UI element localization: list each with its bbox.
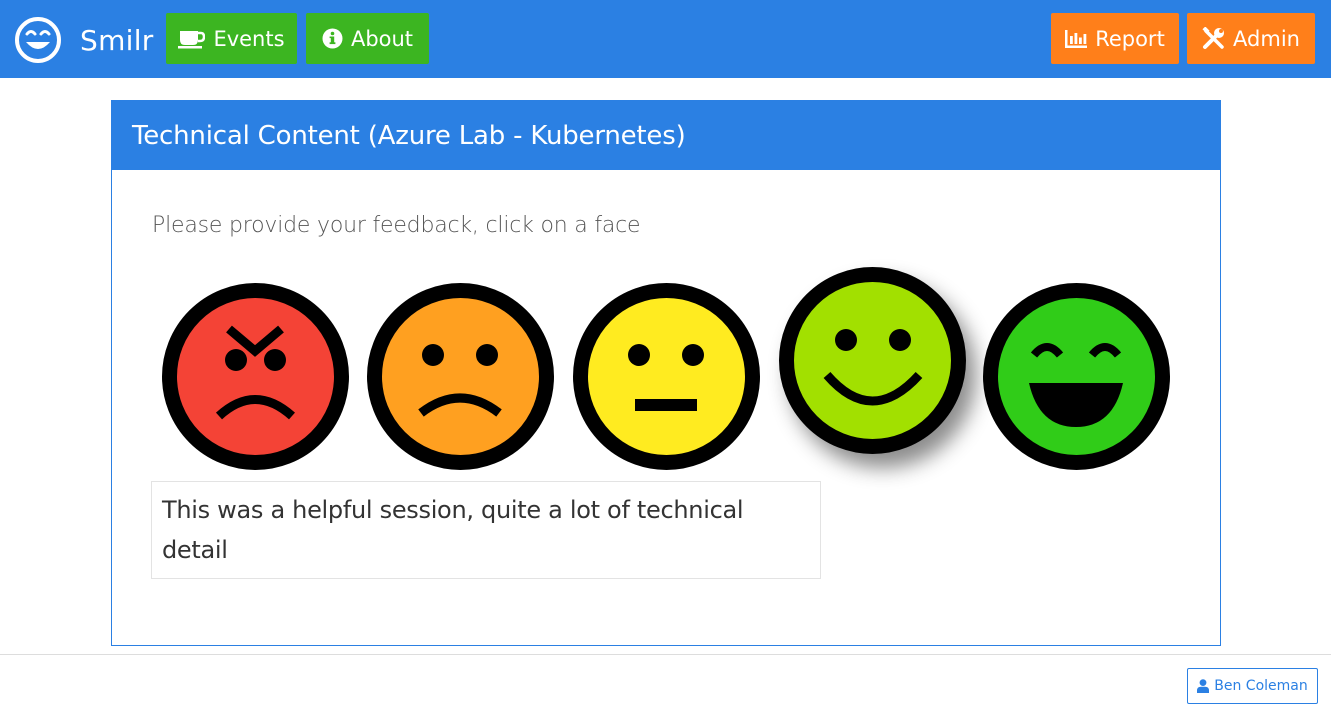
about-button-label: About <box>350 26 414 51</box>
sad-face-icon <box>367 283 554 470</box>
footer-divider <box>0 654 1331 655</box>
about-button[interactable]: About <box>306 13 429 64</box>
comment-field[interactable]: This was a helpful session, quite a lot … <box>151 481 821 579</box>
coffee-cup-icon <box>178 30 206 48</box>
tools-icon <box>1202 27 1225 49</box>
bar-chart-icon <box>1065 29 1088 48</box>
angry-face-icon <box>162 283 349 470</box>
top-navbar: Smilr Events About Report Admin <box>0 0 1331 78</box>
user-name: Ben Coleman <box>1214 678 1308 694</box>
comment-text: This was a helpful session, quite a lot … <box>162 496 744 564</box>
neutral-face-button[interactable] <box>573 283 760 470</box>
smiley-logo-icon <box>15 17 61 63</box>
very-happy-face-icon <box>983 283 1170 470</box>
user-account-button[interactable]: Ben Coleman <box>1187 668 1318 704</box>
very-happy-face-button[interactable] <box>983 283 1170 470</box>
angry-face-button[interactable] <box>162 283 349 470</box>
events-button[interactable]: Events <box>166 13 297 64</box>
info-circle-icon <box>322 28 343 49</box>
admin-button[interactable]: Admin <box>1187 13 1315 64</box>
report-button[interactable]: Report <box>1051 13 1179 64</box>
happy-face-button[interactable] <box>779 267 966 454</box>
brand-name: Smilr <box>80 23 154 57</box>
brand-link[interactable]: Smilr <box>14 14 154 66</box>
admin-button-label: Admin <box>1233 26 1300 51</box>
feedback-card: Technical Content (Azure Lab - Kubernete… <box>111 100 1221 646</box>
sad-face-button[interactable] <box>367 283 554 470</box>
events-button-label: Events <box>213 26 285 51</box>
report-button-label: Report <box>1095 26 1165 51</box>
neutral-face-icon <box>573 283 760 470</box>
happy-face-icon <box>779 267 966 454</box>
user-icon <box>1197 679 1210 693</box>
